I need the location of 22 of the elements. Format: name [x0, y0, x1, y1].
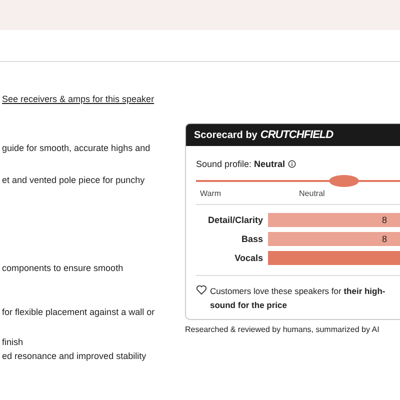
see-receivers-link[interactable]: See receivers & amps for this speaker: [0, 93, 154, 105]
scale-label: Neutral: [299, 189, 325, 199]
brand-logo: CRUTCHFIELD: [260, 128, 334, 143]
rating-value: 8: [382, 214, 387, 226]
footnote-text: Researched & reviewed by humans, summarized by AI: [185, 325, 380, 335]
sound-profile-label: Sound profile: Neutral: [196, 158, 286, 170]
feature-text: components to ensure smooth: [1, 262, 124, 274]
feature-text: guide for smooth, accurate highs and: [1, 142, 150, 154]
feature-text: et and vented pole piece for punchy: [1, 174, 145, 186]
slider-thumb[interactable]: [329, 175, 360, 187]
rating-label: Bass: [240, 233, 263, 245]
scale-label: Warm: [200, 189, 222, 199]
rating-value: 8: [382, 233, 387, 245]
rating-label: Vocals: [234, 252, 263, 264]
feature-text: for flexible placement against a wall or: [1, 306, 155, 318]
info-icon[interactable]: [288, 160, 296, 168]
heart-icon: [196, 285, 207, 295]
rating-label: Detail/Clarity: [206, 214, 263, 226]
feature-text: finish: [1, 336, 24, 348]
feature-text: ed resonance and improved stability: [1, 350, 146, 362]
scorecard-title: Scorecard by: [194, 128, 258, 142]
customer-highlight-text: Customers love these speakers for their high- sound for the price: [210, 285, 386, 312]
